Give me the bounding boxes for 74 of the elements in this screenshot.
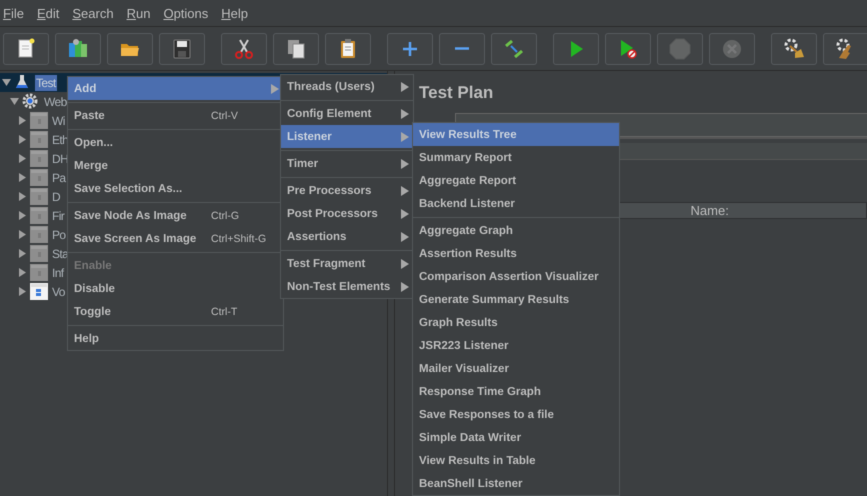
menu-item[interactable]: Save Screen As Image Ctrl+Shift-G: [68, 227, 283, 250]
expand-toggle-icon[interactable]: [18, 287, 27, 296]
menu-item[interactable]: Merge: [68, 154, 283, 177]
menu-item[interactable]: Summary Report: [413, 146, 619, 169]
toolbar-button[interactable]: [823, 32, 867, 64]
toolbar-button[interactable]: [771, 32, 817, 64]
submenu-arrow-icon: [401, 282, 409, 292]
menu-item[interactable]: Pre Processors: [281, 179, 413, 202]
menu-item[interactable]: View Results in Table: [413, 449, 619, 472]
menu-item[interactable]: Search: [69, 6, 118, 20]
stop-sign-icon: [668, 36, 692, 60]
toolbar-button[interactable]: [325, 32, 371, 64]
menu-item[interactable]: BeanShell Listener: [413, 472, 619, 495]
menu-item[interactable]: Disable: [68, 277, 283, 300]
menu-item[interactable]: Add: [68, 77, 283, 100]
tree-item[interactable]: Web: [43, 94, 68, 110]
expand-toggle-icon[interactable]: [10, 97, 19, 106]
menu-item[interactable]: Generate Summary Results: [413, 288, 619, 311]
submenu-arrow-icon: [401, 108, 409, 118]
menu-item[interactable]: Assertions: [281, 225, 413, 248]
menu-item[interactable]: Save Selection As...: [68, 177, 283, 200]
shortcut-label: Ctrl+Shift-G: [211, 232, 268, 244]
submenu-arrow-icon: [401, 232, 409, 242]
shortcut-label: Ctrl-T: [211, 306, 238, 318]
submenu-arrow-icon: [401, 208, 409, 218]
menu-item[interactable]: Graph Results: [413, 311, 619, 334]
minus-icon: [455, 47, 469, 50]
gear-broom-icon: [782, 36, 806, 60]
toolbar-button[interactable]: [3, 32, 49, 64]
panel-title: Test Plan: [419, 83, 494, 104]
menu-item[interactable]: Post Processors: [281, 202, 413, 225]
menu-item[interactable]: Non-Test Elements: [281, 275, 413, 298]
menu-item[interactable]: Test Fragment: [281, 252, 413, 275]
menu-item[interactable]: Mailer Visualizer: [413, 357, 619, 380]
menu-item[interactable]: Help: [68, 327, 283, 350]
submenu-arrow-icon: [401, 158, 409, 168]
submenu-arrow-icon: [271, 84, 279, 94]
shortcut-label: Ctrl-V: [211, 110, 239, 122]
submenu-arrow-icon: [401, 132, 409, 142]
shortcut-label: Ctrl-G: [211, 210, 240, 222]
menu-item[interactable]: Aggregate Report: [413, 169, 619, 192]
scissors-icon: [232, 36, 256, 60]
menu-item[interactable]: Save Responses to a file: [413, 403, 619, 426]
menu-item[interactable]: Edit: [34, 6, 64, 20]
menu-item[interactable]: Run: [124, 6, 154, 20]
menu-item[interactable]: Paste Ctrl-V: [68, 104, 283, 127]
menu-item[interactable]: Comparison Assertion Visualizer: [413, 265, 619, 288]
menu-item[interactable]: Config Element: [281, 102, 413, 125]
menu-item[interactable]: Response Time Graph: [413, 380, 619, 403]
submenu-arrow-icon: [401, 258, 409, 268]
menu-item[interactable]: View Results Tree: [413, 123, 619, 146]
menu-item[interactable]: Timer: [281, 152, 413, 175]
menu-item[interactable]: Save Node As Image Ctrl-G: [68, 204, 283, 227]
menu-item[interactable]: Help: [218, 6, 252, 20]
toolbar-button[interactable]: [221, 32, 267, 64]
menu-item[interactable]: Open...: [68, 131, 283, 154]
toolbar-button[interactable]: [55, 32, 101, 64]
menu-item[interactable]: Assertion Results: [413, 242, 619, 265]
submenu-arrow-icon: [401, 82, 409, 92]
toolbar-button[interactable]: [273, 32, 319, 64]
tree-item[interactable]: Test: [35, 74, 57, 90]
menu-item[interactable]: File: [0, 6, 28, 20]
submenu-arrow-icon: [401, 186, 409, 196]
menu-item[interactable]: Aggregate Graph: [413, 219, 619, 242]
tree-item[interactable]: Vo: [51, 284, 66, 300]
toolbar-button[interactable]: [107, 32, 153, 64]
expand-toggle-icon[interactable]: [2, 78, 11, 87]
menu-item[interactable]: Toggle Ctrl-T: [68, 300, 283, 323]
menu-item[interactable]: Options: [160, 6, 212, 20]
menu-item[interactable]: JSR223 Listener: [413, 334, 619, 357]
menu-item[interactable]: Listener: [281, 125, 413, 148]
toolbar-button[interactable]: [159, 32, 205, 64]
menu-item[interactable]: Threads (Users): [281, 75, 413, 98]
menu-item[interactable]: Simple Data Writer: [413, 426, 619, 449]
